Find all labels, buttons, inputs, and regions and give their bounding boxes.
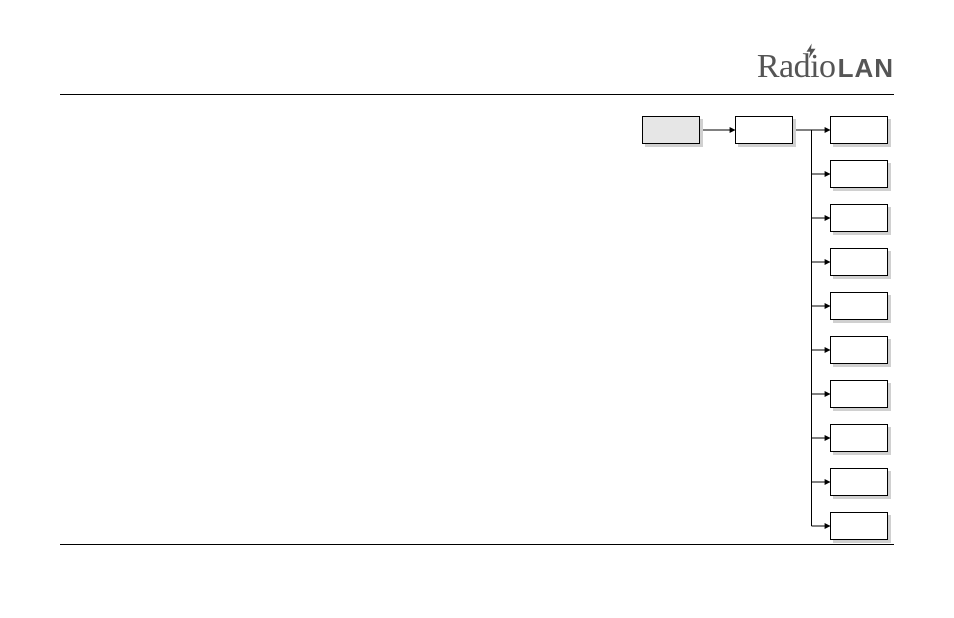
horizontal-rule-top <box>60 94 894 95</box>
diagram-node-r1 <box>830 160 888 188</box>
diagram-node-root <box>642 116 700 144</box>
diagram-node-r5 <box>830 336 888 364</box>
document-page: Radio LAN <box>0 0 954 618</box>
diagram-node-r8 <box>830 468 888 496</box>
diagram-node-r2 <box>830 204 888 232</box>
diagram-node-mid <box>735 116 793 144</box>
diagram-node-r7 <box>830 424 888 452</box>
diagram-node-r0 <box>830 116 888 144</box>
logo-text-lan: LAN <box>838 53 894 84</box>
horizontal-rule-bottom <box>60 544 894 545</box>
diagram-node-r3 <box>830 248 888 276</box>
diagram-node-r6 <box>830 380 888 408</box>
lightning-bolt-icon <box>802 42 820 60</box>
logo-text-radio: Radio <box>757 48 836 86</box>
diagram-node-r4 <box>830 292 888 320</box>
diagram-connectors <box>0 112 954 532</box>
tree-diagram <box>0 112 954 532</box>
diagram-node-r9 <box>830 512 888 540</box>
brand-logo: Radio LAN <box>757 48 894 86</box>
